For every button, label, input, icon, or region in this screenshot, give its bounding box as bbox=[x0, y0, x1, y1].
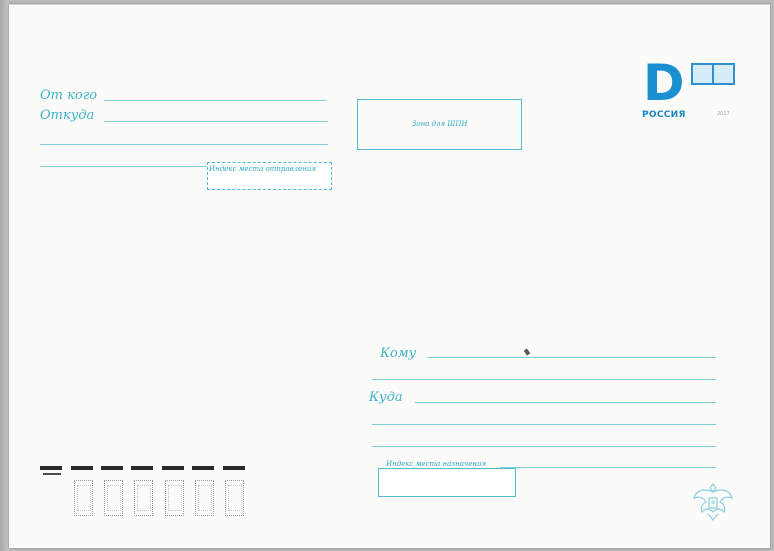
sender-index-label: Индекс места отправления bbox=[209, 165, 316, 173]
sample-digit bbox=[131, 466, 153, 470]
from-line[interactable] bbox=[104, 100, 326, 101]
recipient-index-label: Индекс места назначения bbox=[386, 460, 487, 468]
index-digit-cell[interactable] bbox=[195, 480, 214, 516]
to-line-1[interactable] bbox=[427, 357, 716, 358]
russian-post-stamp-icon bbox=[691, 63, 735, 85]
index-digit-cell[interactable] bbox=[165, 480, 184, 516]
stamp-letter-d: D bbox=[643, 54, 685, 112]
where-from-label: Откуда bbox=[40, 108, 95, 123]
scan-edge bbox=[0, 0, 9, 551]
to-line-2[interactable] bbox=[372, 379, 716, 380]
index-digit-cell[interactable] bbox=[74, 480, 93, 516]
index-digit-cell[interactable] bbox=[225, 480, 244, 516]
sample-digit bbox=[40, 466, 62, 470]
where-to-line-3[interactable] bbox=[372, 446, 716, 447]
stamp-country: РОССИЯ bbox=[642, 110, 686, 120]
ocr-zone-label: Зона для ШПИ bbox=[412, 120, 468, 128]
from-label: От кого bbox=[40, 88, 98, 103]
double-headed-eagle-icon bbox=[693, 483, 733, 521]
to-label: Кому bbox=[380, 346, 417, 361]
recipient-index-box[interactable] bbox=[378, 468, 516, 497]
where-to-label: Куда bbox=[369, 390, 403, 405]
where-from-line-1[interactable] bbox=[104, 121, 328, 122]
where-to-line-2[interactable] bbox=[372, 424, 716, 425]
sample-digit bbox=[162, 466, 184, 470]
sample-digit bbox=[223, 466, 245, 470]
where-to-line-1[interactable] bbox=[415, 402, 716, 403]
where-from-line-2[interactable] bbox=[40, 144, 328, 145]
where-to-line-4[interactable] bbox=[500, 467, 716, 468]
index-digit-cell[interactable] bbox=[104, 480, 123, 516]
sample-digit bbox=[71, 466, 93, 470]
index-digit-cell[interactable] bbox=[134, 480, 153, 516]
stamp-year: 2017 bbox=[717, 111, 730, 117]
sample-digit bbox=[101, 466, 123, 470]
sample-digit bbox=[192, 466, 214, 470]
